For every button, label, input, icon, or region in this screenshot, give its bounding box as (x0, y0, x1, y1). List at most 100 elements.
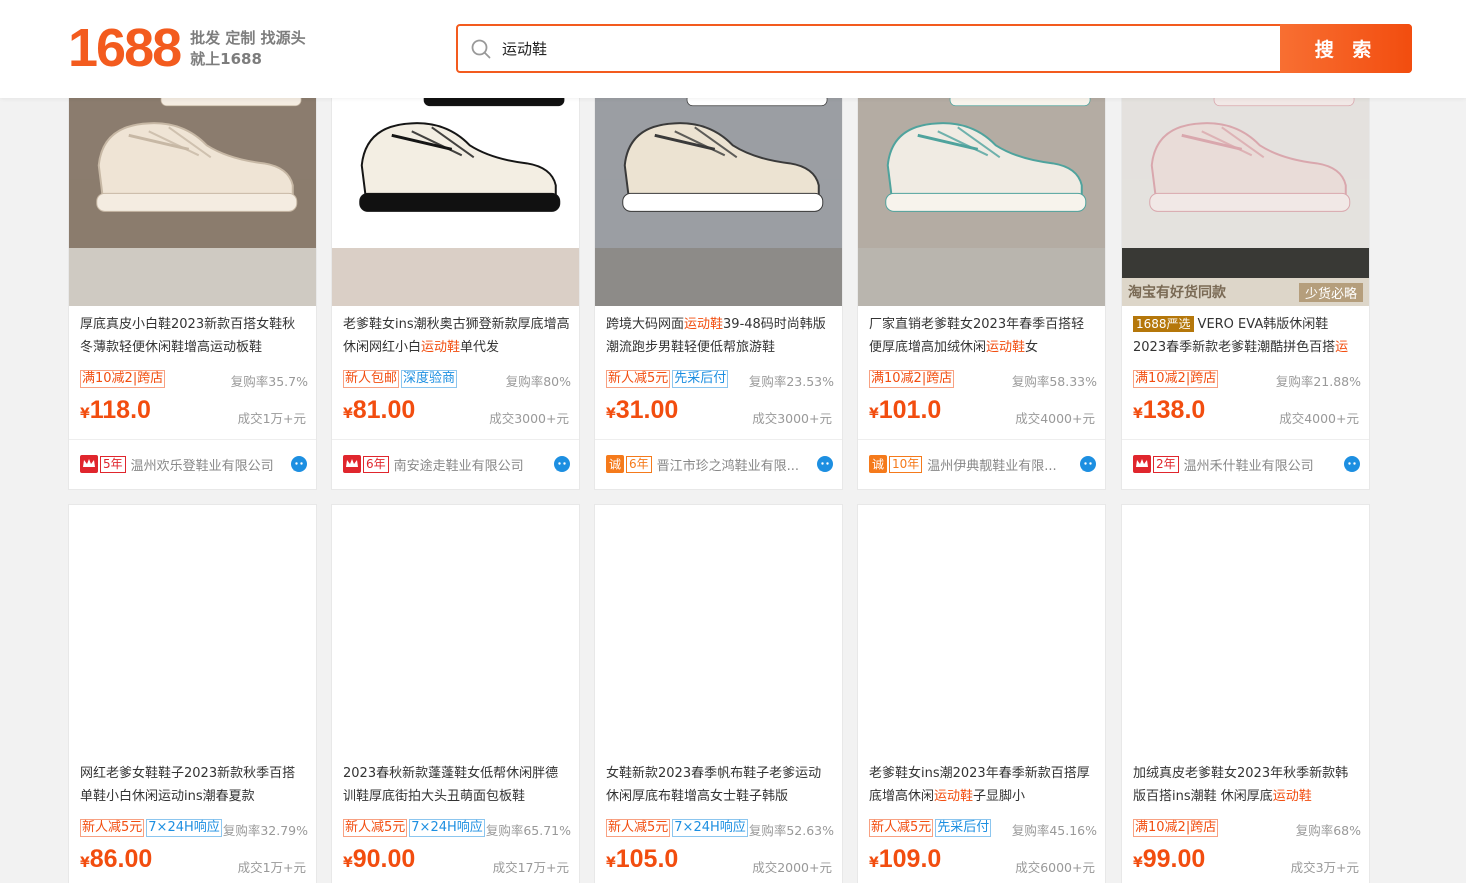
title-highlight: 运动鞋 (684, 317, 724, 332)
search-input[interactable] (502, 26, 1272, 71)
promo-tags: 新人包邮 深度验商 复购率80% (343, 370, 571, 390)
currency-symbol: ¥ (1133, 855, 1143, 871)
search-bar: 搜 索 (456, 24, 1412, 73)
card-divider (858, 439, 1105, 440)
currency-symbol: ¥ (343, 406, 353, 422)
title-highlight: 运动鞋 (986, 339, 1026, 355)
title-highlight: 运动鞋 (421, 339, 461, 355)
repurchase-rate: 复购率52.63% (748, 823, 834, 838)
product-card[interactable]: 网红老爹女鞋鞋子2023新款秋季百搭单鞋小白休闲运动ins潮春夏款 新人减5元 7… (68, 2, 317, 883)
product-title[interactable]: 加绒真皮老爹鞋女2023年秋季新款韩版百搭ins潮鞋 休闲厚底运动鞋 (1133, 763, 1361, 808)
promo-tag: 新人减5元 (869, 819, 934, 837)
product-card[interactable]: 加绒真皮老爹鞋女2023年秋季新款韩版百搭ins潮鞋 休闲厚底运动鞋 满10减2… (1121, 2, 1370, 883)
repurchase-rate: 复购率21.88% (1275, 374, 1361, 389)
title-text: 网红老爹女鞋鞋子2023新款秋季百搭单鞋小白休闲运动ins潮春夏款 (80, 766, 296, 804)
supplier-row[interactable]: 诚 6年 晋江市珍之鸿鞋业有限... (606, 454, 834, 474)
supplier-name[interactable]: 温州伊典靓鞋业有限... (927, 455, 1075, 474)
product-title[interactable]: 厂家直销老爹鞋女2023年春季百搭轻便厚底增高加绒休闲运动鞋女 (869, 314, 1097, 359)
title-highlight: 运 (1335, 339, 1349, 355)
supplier-row[interactable]: 5年 温州欢乐登鞋业有限公司 (80, 454, 308, 474)
service-tag: 7×24H响应 (146, 819, 222, 837)
price-amount: 105.0 (615, 845, 679, 873)
super-factory-crown-icon (1133, 455, 1151, 473)
title-text: 2023春秋新款蓬蓬鞋女低帮休闲胖德训鞋厚底街拍大头丑萌面包板鞋 (343, 766, 559, 804)
banner-left-text: 淘宝有好货同款 (1128, 285, 1226, 301)
price-amount: 99.00 (1142, 845, 1206, 873)
title-text: 厂家直销老爹鞋女2023年春季百搭轻便厚底增高加绒休闲 (869, 317, 1085, 355)
site-header: 1688 批发 定制 找源头 就上1688 搜 索 (0, 0, 1466, 98)
currency-symbol: ¥ (606, 406, 616, 422)
product-title[interactable]: 2023春秋新款蓬蓬鞋女低帮休闲胖德训鞋厚底街拍大头丑萌面包板鞋 (343, 763, 571, 808)
sales-volume: 成交4000+元 (1279, 411, 1359, 426)
product-card[interactable]: 2023春秋新款蓬蓬鞋女低帮休闲胖德训鞋厚底街拍大头丑萌面包板鞋 新人减5元 7×… (331, 2, 580, 883)
product-price: ¥81.00 (343, 396, 415, 425)
supplier-row[interactable]: 2年 温州禾什鞋业有限公司 (1133, 454, 1361, 474)
supplier-row[interactable]: 诚 10年 温州伊典靓鞋业有限... (869, 454, 1097, 474)
product-title[interactable]: 老爹鞋女ins潮2023年春季新款百搭厚底增高休闲运动鞋子显脚小 (869, 763, 1097, 808)
wangwang-chat-icon[interactable] (1079, 455, 1097, 473)
slogan-line1: 批发 定制 找源头 (190, 29, 306, 47)
product-grid: 厚底真皮小白鞋2023新款百搭女鞋秋冬薄款轻便休闲鞋增高运动板鞋 满10减2|跨… (68, 0, 1370, 883)
logo-text: 1688 (68, 18, 182, 78)
supplier-row[interactable]: 6年 南安途走鞋业有限公司 (343, 454, 571, 474)
price-amount: 138.0 (1142, 396, 1206, 424)
price-amount: 101.0 (878, 396, 942, 424)
supplier-name[interactable]: 温州欢乐登鞋业有限公司 (131, 455, 286, 474)
promo-tag: 新人减5元 (343, 819, 408, 837)
currency-symbol: ¥ (80, 855, 90, 871)
repurchase-rate: 复购率35.7% (230, 374, 308, 389)
sales-volume: 成交6000+元 (1015, 860, 1095, 875)
product-card[interactable]: 老爹鞋女ins潮2023年春季新款百搭厚底增高休闲运动鞋子显脚小 新人减5元 先采… (857, 2, 1106, 883)
wangwang-chat-icon[interactable] (1343, 455, 1361, 473)
currency-symbol: ¥ (343, 855, 353, 871)
promo-tags: 满10减2|跨店 复购率68% (1133, 819, 1361, 839)
supplier-name[interactable]: 南安途走鞋业有限公司 (394, 455, 549, 474)
slogan-line2: 就上1688 (190, 50, 262, 68)
logo-1688[interactable]: 1688 批发 定制 找源头 就上1688 (68, 20, 306, 76)
sales-volume: 成交4000+元 (1015, 411, 1095, 426)
currency-symbol: ¥ (80, 406, 90, 422)
card-divider (595, 439, 842, 440)
price-amount: 109.0 (878, 845, 942, 873)
product-price: ¥101.0 (869, 396, 941, 425)
promo-tag: 满10减2|跨店 (869, 370, 955, 388)
sales-volume: 成交3万+元 (1290, 860, 1359, 875)
title-highlight: 运动鞋 (1272, 788, 1312, 804)
service-tag: 7×24H响应 (672, 819, 748, 837)
search-button[interactable]: 搜 索 (1280, 24, 1412, 73)
supplier-years: 6年 (363, 455, 389, 473)
image-banner: 淘宝有好货同款 少货必略 (1122, 278, 1369, 306)
supplier-years: 5年 (100, 455, 126, 473)
promo-tag: 新人减5元 (80, 819, 145, 837)
title-text-tail: 单代发 (460, 339, 500, 355)
super-factory-crown-icon (343, 455, 361, 473)
product-title[interactable]: 厚底真皮小白鞋2023新款百搭女鞋秋冬薄款轻便休闲鞋增高运动板鞋 (80, 314, 308, 359)
supplier-name[interactable]: 晋江市珍之鸿鞋业有限... (657, 455, 812, 474)
sales-volume: 成交1万+元 (237, 411, 306, 426)
wangwang-chat-icon[interactable] (553, 455, 571, 473)
card-divider (69, 439, 316, 440)
product-title[interactable]: 网红老爹女鞋鞋子2023新款秋季百搭单鞋小白休闲运动ins潮春夏款 (80, 763, 308, 808)
wangwang-chat-icon[interactable] (816, 455, 834, 473)
logo-slogan: 批发 定制 找源头 就上1688 (190, 28, 305, 70)
repurchase-rate: 复购率68% (1295, 823, 1361, 838)
currency-symbol: ¥ (1133, 406, 1143, 422)
repurchase-rate: 复购率58.33% (1011, 374, 1097, 389)
svg-text:诚: 诚 (609, 458, 621, 472)
product-price: ¥118.0 (80, 396, 151, 425)
product-title[interactable]: 女鞋新款2023春季帆布鞋子老爹运动休闲厚底布鞋增高女士鞋子韩版 (606, 763, 834, 808)
currency-symbol: ¥ (869, 855, 879, 871)
product-title[interactable]: 1688严选 VERO EVA韩版休闲鞋2023春季新款老爹鞋潮酷拼色百搭运 (1133, 314, 1361, 359)
price-amount: 118.0 (89, 396, 151, 424)
repurchase-rate: 复购率45.16% (1011, 823, 1097, 838)
chengxin-seal-icon: 诚 (606, 455, 624, 473)
supplier-name[interactable]: 温州禾什鞋业有限公司 (1184, 455, 1339, 474)
wangwang-chat-icon[interactable] (290, 455, 308, 473)
product-title[interactable]: 老爹鞋女ins潮秋奥古狮登新款厚底增高休闲网红小白运动鞋单代发 (343, 314, 571, 359)
service-tag: 先采后付 (672, 370, 729, 388)
service-tag: 7×24H响应 (409, 819, 485, 837)
product-card[interactable]: 女鞋新款2023春季帆布鞋子老爹运动休闲厚底布鞋增高女士鞋子韩版 新人减5元 7×… (594, 2, 843, 883)
product-title[interactable]: 跨境大码网面运动鞋39-48码时尚韩版潮流跑步男鞋轻便低帮旅游鞋 (606, 314, 834, 359)
promo-tags: 满10减2|跨店 复购率21.88% (1133, 370, 1361, 390)
title-text: 女鞋新款2023春季帆布鞋子老爹运动休闲厚底布鞋增高女士鞋子韩版 (606, 766, 822, 804)
